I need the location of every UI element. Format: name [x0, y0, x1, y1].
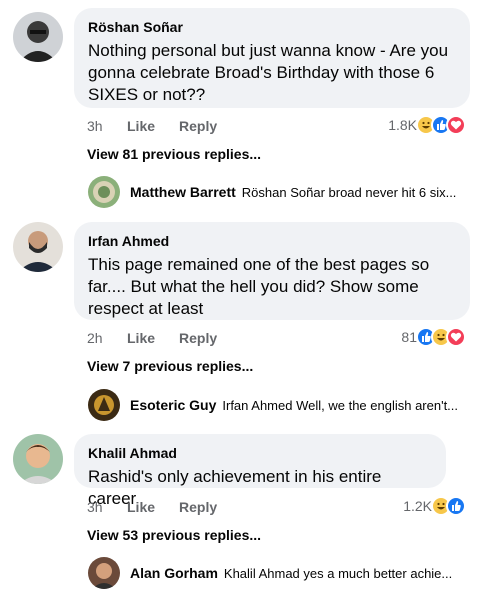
reply-button[interactable]: Reply: [179, 499, 217, 515]
avatar-esoteric[interactable]: [88, 389, 120, 421]
latest-reply[interactable]: Matthew Barrett Röshan Soñar broad never…: [88, 176, 456, 208]
like-button[interactable]: Like: [127, 118, 179, 134]
avatar-khalil[interactable]: [13, 434, 63, 484]
timestamp[interactable]: 2h: [87, 330, 127, 346]
reply-button[interactable]: Reply: [179, 118, 217, 134]
comment-author[interactable]: Irfan Ahmed: [88, 232, 456, 250]
comment-author[interactable]: Khalil Ahmad: [88, 444, 432, 462]
reaction-summary[interactable]: 1.2K: [403, 496, 466, 516]
reaction-count: 1.2K: [403, 498, 432, 514]
latest-reply[interactable]: Esoteric Guy Irfan Ahmed Well, we the en…: [88, 389, 458, 421]
view-previous-replies[interactable]: View 81 previous replies...: [87, 146, 261, 162]
like-button[interactable]: Like: [127, 330, 179, 346]
comment-text: Nothing personal but just wanna know - A…: [88, 41, 449, 104]
view-previous-replies[interactable]: View 53 previous replies...: [87, 527, 261, 543]
reply-author[interactable]: Esoteric Guy: [130, 397, 216, 413]
like-button[interactable]: Like: [127, 499, 179, 515]
avatar-matthew[interactable]: [88, 176, 120, 208]
timestamp[interactable]: 3h: [87, 118, 127, 134]
comment-bubble: Röshan Soñar Nothing personal but just w…: [74, 8, 470, 108]
timestamp[interactable]: 3h: [87, 499, 127, 515]
reply-author[interactable]: Matthew Barrett: [130, 184, 236, 200]
like-reaction-icon: [446, 496, 466, 516]
comment-bubble: Khalil Ahmad Rashid's only achievement i…: [74, 434, 446, 508]
reply-text: Irfan Ahmed Well, we the english aren't.…: [222, 397, 459, 413]
reply-author[interactable]: Alan Gorham: [130, 565, 218, 581]
comment-actions: 3h Like Reply: [87, 499, 217, 515]
reaction-summary[interactable]: 1.8K: [388, 115, 466, 135]
reply-text: Khalil Ahmad yes a much better achie...: [223, 565, 453, 581]
reply-button[interactable]: Reply: [179, 330, 217, 346]
avatar-irfan[interactable]: [13, 222, 63, 272]
comment-text: This page remained one of the best pages…: [88, 255, 430, 318]
reaction-count: 1.8K: [388, 117, 417, 133]
comment-actions: 2h Like Reply: [87, 330, 217, 346]
reaction-summary[interactable]: 81: [401, 327, 466, 347]
reply-text: Röshan Soñar broad never hit 6 six...: [241, 184, 457, 200]
avatar-alan[interactable]: [88, 557, 120, 589]
reaction-count: 81: [401, 329, 417, 345]
love-reaction-icon: [446, 327, 466, 347]
latest-reply[interactable]: Alan Gorham Khalil Ahmad yes a much bett…: [88, 557, 452, 589]
love-reaction-icon: [446, 115, 466, 135]
view-previous-replies[interactable]: View 7 previous replies...: [87, 358, 253, 374]
avatar-roshan[interactable]: [13, 12, 63, 62]
comment-actions: 3h Like Reply: [87, 118, 217, 134]
comment-author[interactable]: Röshan Soñar: [88, 18, 456, 36]
comment-bubble: Irfan Ahmed This page remained one of th…: [74, 222, 470, 320]
